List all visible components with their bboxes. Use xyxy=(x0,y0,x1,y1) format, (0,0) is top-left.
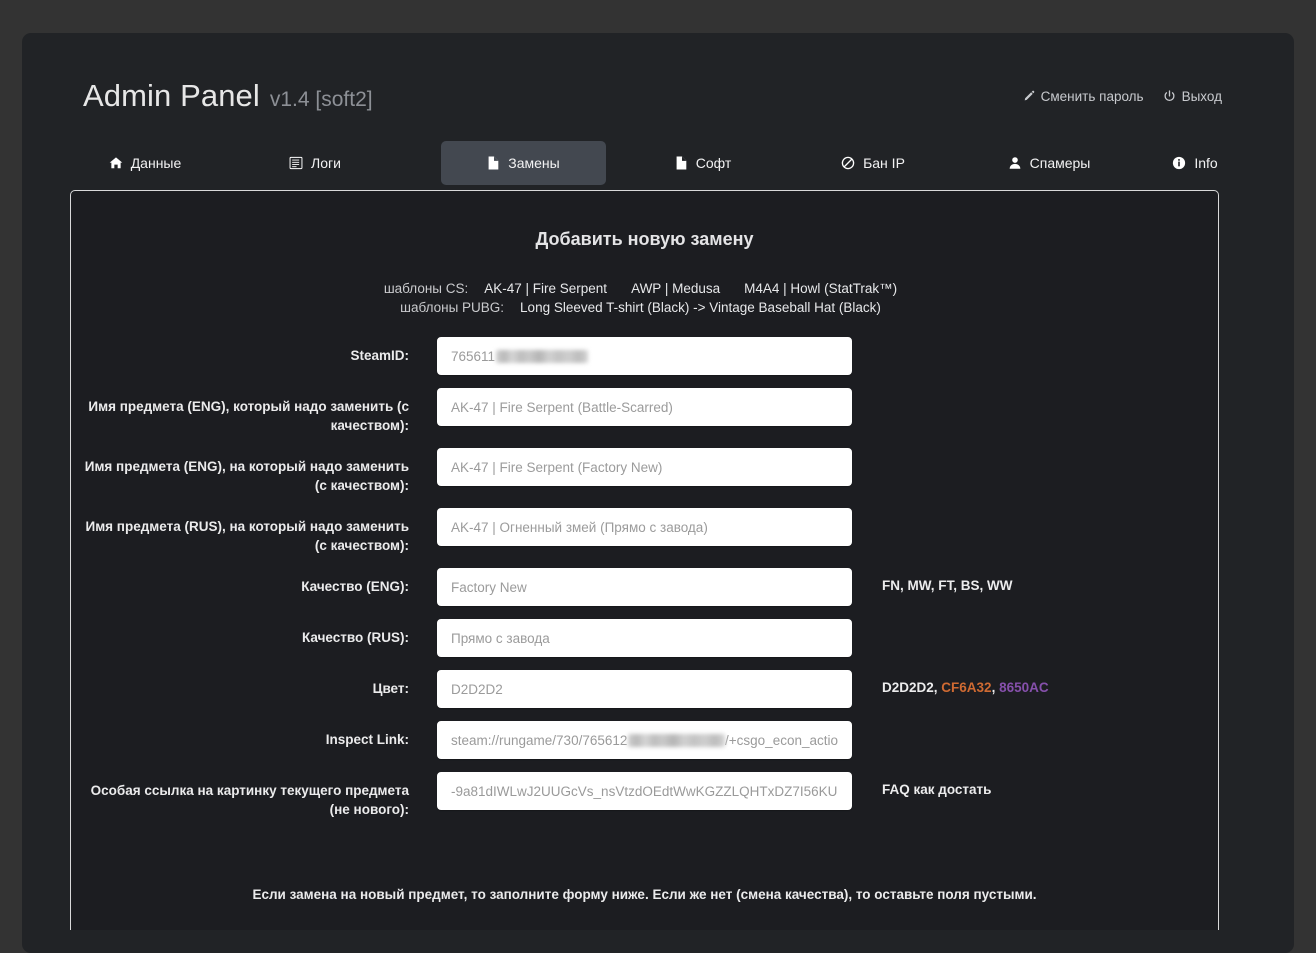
tab-label: Замены xyxy=(508,155,559,171)
steamid-input[interactable]: 765611 xyxy=(437,337,852,375)
field-label: Особая ссылка на картинку текущего предм… xyxy=(71,772,437,819)
form-note: Если замена на новый предмет, то заполни… xyxy=(71,887,1218,902)
add-replacement-panel: Добавить новую замену шаблоны CS: AK-47 … xyxy=(70,190,1219,930)
form-row-inspect-link: Inspect Link: steam://rungame/730/765612… xyxy=(71,721,1218,759)
logout-button[interactable]: Выход xyxy=(1163,89,1222,104)
info-icon xyxy=(1172,156,1186,170)
redacted-value xyxy=(496,350,588,363)
tab-label: Софт xyxy=(696,155,732,171)
field-placeholder: AK-47 | Fire Serpent (Battle-Scarred) xyxy=(451,400,673,415)
app-version-text: v1.4 [soft2] xyxy=(270,88,373,112)
form-row-quality-rus: Качество (RUS): Прямо с завода xyxy=(71,619,1218,657)
tab-label: Логи xyxy=(311,155,341,171)
admin-panel-window: Admin Panel v1.4 [soft2] Сменить пароль xyxy=(22,33,1294,953)
tab-logi[interactable]: Логи xyxy=(263,141,367,185)
tab-spamery[interactable]: Спамеры xyxy=(979,141,1119,185)
item-eng-new-input[interactable]: AK-47 | Fire Serpent (Factory New) xyxy=(437,448,852,486)
app-title-text: Admin Panel xyxy=(83,78,260,114)
page-title: Admin Panel v1.4 [soft2] xyxy=(83,78,373,114)
replacement-form: SteamID: 765611 Имя предмета (ENG), кото… xyxy=(71,337,1218,819)
tab-zameny[interactable]: Замены xyxy=(441,141,606,185)
form-row-item-eng-old: Имя предмета (ENG), который надо заменит… xyxy=(71,388,1218,435)
template-group-label: шаблоны CS: xyxy=(384,279,468,298)
field-value-suffix: /+csgo_econ_actio xyxy=(725,733,838,748)
power-icon xyxy=(1163,90,1176,103)
tab-info[interactable]: Info xyxy=(1147,141,1243,185)
template-shortcuts: шаблоны CS: AK-47 | Fire Serpent AWP | M… xyxy=(71,279,1218,317)
tab-label: Спамеры xyxy=(1030,155,1091,171)
field-label: Имя предмета (RUS), на который надо заме… xyxy=(71,508,437,555)
panel-heading: Добавить новую замену xyxy=(71,229,1218,250)
color-hint: D2D2D2, CF6A32, 8650AC xyxy=(882,670,1049,695)
template-group-label: шаблоны PUBG: xyxy=(400,298,504,317)
form-row-item-eng-new: Имя предмета (ENG), на который надо заме… xyxy=(71,448,1218,495)
user-icon xyxy=(1008,156,1022,170)
header-actions: Сменить пароль Выход xyxy=(1022,89,1222,104)
form-row-image-link: Особая ссылка на картинку текущего предм… xyxy=(71,772,1218,819)
pencil-icon xyxy=(1022,90,1035,103)
field-placeholder: D2D2D2 xyxy=(451,682,503,697)
template-row-pubg: шаблоны PUBG: Long Sleeved T-shirt (Blac… xyxy=(71,298,1218,317)
quality-eng-hint: FN, MW, FT, BS, WW xyxy=(882,568,1012,593)
form-row-quality-eng: Качество (ENG): Factory New FN, MW, FT, … xyxy=(71,568,1218,606)
image-link-input[interactable]: -9a81dIWLwJ2UUGcVs_nsVtzdOEdtWwKGZZLQHTx… xyxy=(437,772,852,810)
field-label: Качество (RUS): xyxy=(71,619,437,647)
field-label: Имя предмета (ENG), на который надо заме… xyxy=(71,448,437,495)
tab-soft[interactable]: Софт xyxy=(643,141,763,185)
tab-label: Info xyxy=(1194,155,1217,171)
form-row-color: Цвет: D2D2D2 D2D2D2, CF6A32, 8650AC xyxy=(71,670,1218,708)
logout-label: Выход xyxy=(1182,89,1222,104)
template-item[interactable]: Long Sleeved T-shirt (Black) -> Vintage … xyxy=(512,298,889,317)
color-sample-orange: CF6A32 xyxy=(941,680,991,695)
tab-label: Данные xyxy=(131,155,182,171)
change-password-button[interactable]: Сменить пароль xyxy=(1022,89,1144,104)
field-label: Имя предмета (ENG), который надо заменит… xyxy=(71,388,437,435)
file-icon xyxy=(487,156,500,170)
tab-dannye[interactable]: Данные xyxy=(83,141,207,185)
tab-ban-ip[interactable]: Бан IP xyxy=(813,141,933,185)
color-input[interactable]: D2D2D2 xyxy=(437,670,852,708)
field-label: Inspect Link: xyxy=(71,721,437,749)
color-sample-grey: D2D2D2 xyxy=(882,680,934,695)
ban-icon xyxy=(841,156,855,170)
file-icon xyxy=(675,156,688,170)
item-eng-old-input[interactable]: AK-47 | Fire Serpent (Battle-Scarred) xyxy=(437,388,852,426)
template-row-cs: шаблоны CS: AK-47 | Fire Serpent AWP | M… xyxy=(71,279,1218,298)
home-icon xyxy=(109,156,123,170)
quality-rus-input[interactable]: Прямо с завода xyxy=(437,619,852,657)
faq-link[interactable]: FAQ как достать xyxy=(882,772,991,797)
field-label: Цвет: xyxy=(71,670,437,698)
color-sample-purple: 8650AC xyxy=(999,680,1049,695)
template-item[interactable]: AWP | Medusa xyxy=(623,279,728,298)
app-header: Admin Panel v1.4 [soft2] Сменить пароль xyxy=(22,33,1294,130)
form-row-item-rus-new: Имя предмета (RUS), на который надо заме… xyxy=(71,508,1218,555)
form-row-steamid: SteamID: 765611 xyxy=(71,337,1218,375)
field-placeholder: Factory New xyxy=(451,580,527,595)
field-label: Качество (ENG): xyxy=(71,568,437,596)
template-item[interactable]: AK-47 | Fire Serpent xyxy=(476,279,615,298)
tab-label: Бан IP xyxy=(863,155,905,171)
field-placeholder: AK-47 | Огненный змей (Прямо с завода) xyxy=(451,520,708,535)
field-placeholder: AK-47 | Fire Serpent (Factory New) xyxy=(451,460,662,475)
item-rus-new-input[interactable]: AK-47 | Огненный змей (Прямо с завода) xyxy=(437,508,852,546)
inspect-link-input[interactable]: steam://rungame/730/765612 /+csgo_econ_ac… xyxy=(437,721,852,759)
change-password-label: Сменить пароль xyxy=(1041,89,1144,104)
field-placeholder: Прямо с завода xyxy=(451,631,550,646)
field-value: -9a81dIWLwJ2UUGcVs_nsVtzdOEdtWwKGZZLQHTx… xyxy=(451,784,837,799)
main-tab-bar: Данные Логи Замены xyxy=(83,141,1233,187)
field-value: 765611 xyxy=(451,349,495,364)
template-item[interactable]: M4A4 | Howl (StatTrak™) xyxy=(736,279,905,298)
list-icon xyxy=(289,156,303,170)
field-label: SteamID: xyxy=(71,337,437,365)
field-value-prefix: steam://rungame/730/765612 xyxy=(451,733,627,748)
quality-eng-input[interactable]: Factory New xyxy=(437,568,852,606)
redacted-value xyxy=(628,734,725,747)
